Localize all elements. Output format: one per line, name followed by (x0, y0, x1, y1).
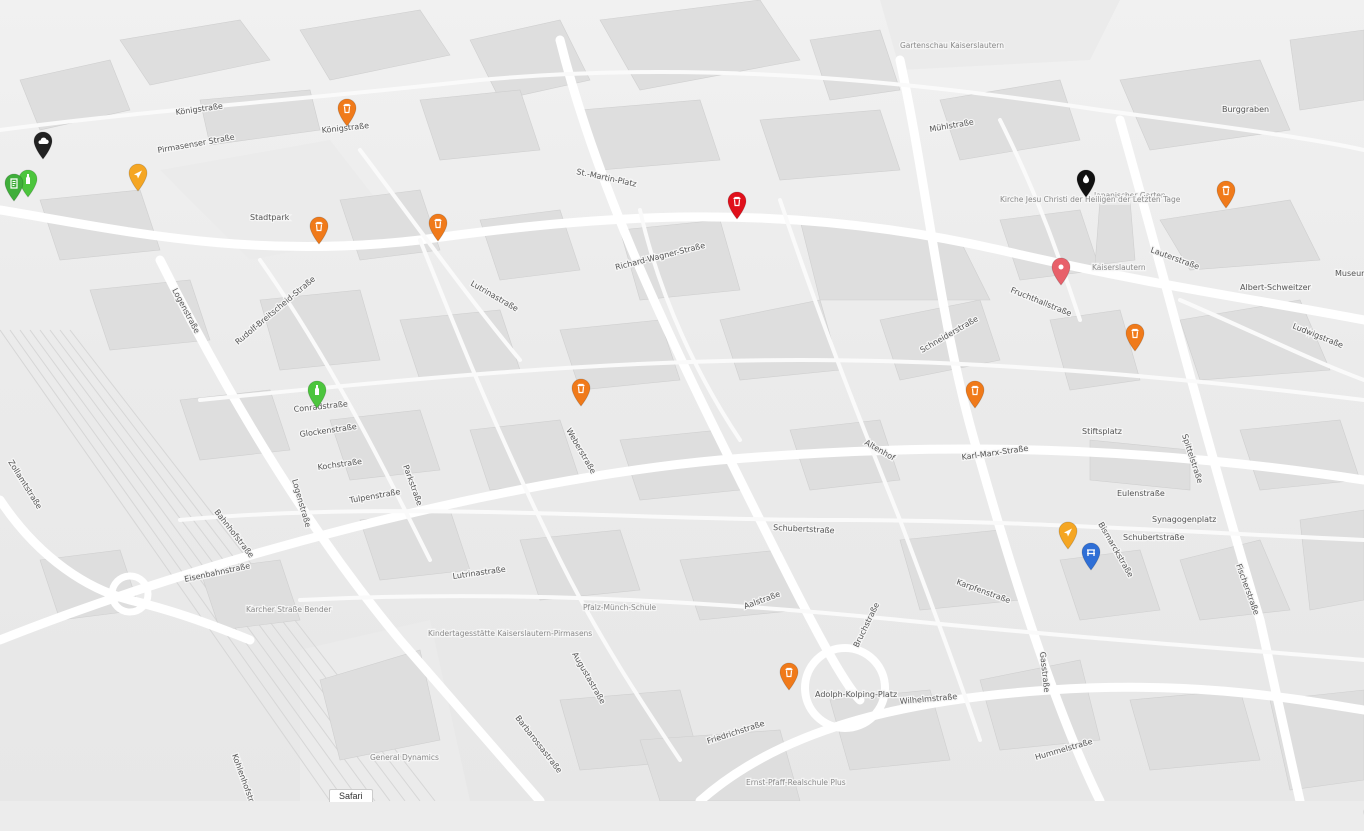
navigation-arrow-icon (128, 163, 148, 192)
waste-bin-icon (428, 213, 448, 242)
street-label: Schubertstraße (773, 523, 835, 535)
waste-bin-icon (727, 191, 747, 220)
street-label: Tulpenstraße (348, 487, 401, 505)
street-label: Barbarossastraße (513, 714, 563, 775)
waste-bin-marker[interactable] (570, 377, 592, 407)
waste-bin-marker[interactable] (1215, 179, 1237, 209)
square-label: Stiftsplatz (1082, 427, 1122, 436)
waste-bin-marker[interactable] (336, 97, 358, 127)
poi-label: Pfalz-Münch-Schule (583, 603, 657, 612)
safari-badge: Safari (329, 789, 373, 802)
navigation-arrow-marker[interactable] (127, 162, 149, 192)
waste-bin-icon (337, 98, 357, 127)
poi-label: General Dynamics (370, 753, 439, 762)
bottle-icon (307, 380, 327, 409)
street-label: Kohlenhofstraße (230, 753, 261, 801)
park-label: Stadtpark (250, 213, 290, 222)
street-label: Eulenstraße (1117, 489, 1165, 498)
waste-bin-icon (965, 380, 985, 409)
location-pin-icon (1051, 257, 1071, 286)
waste-bin-marker[interactable] (778, 661, 800, 691)
waste-bin-marker[interactable] (308, 215, 330, 245)
poi-label: Ernst-Pfaff-Realschule Plus (746, 778, 846, 787)
waste-bin-icon (1125, 323, 1145, 352)
bench-marker[interactable] (1080, 541, 1102, 571)
waste-bin-marker[interactable] (1124, 322, 1146, 352)
street-label: Fruchthallstraße (1009, 286, 1073, 319)
location-pin-marker[interactable] (1050, 256, 1072, 286)
drop-marker[interactable] (1075, 168, 1097, 198)
waste-bin-icon (779, 662, 799, 691)
street-label: Pirmasenser Straße (157, 133, 236, 155)
waste-bin-marker[interactable] (726, 190, 748, 220)
street-label: Museum (1335, 269, 1364, 278)
waste-bin-icon (571, 378, 591, 407)
waste-bin-marker[interactable] (427, 212, 449, 242)
waste-bin-marker[interactable] (964, 379, 986, 409)
document-marker[interactable] (3, 172, 25, 202)
street-label: Burggraben (1222, 105, 1269, 114)
square-label: Adolph-Kolping-Platz (815, 690, 897, 699)
street-label: Schubertstraße (1123, 533, 1185, 542)
street-label: Logenstraße (290, 478, 312, 528)
bench-icon (1081, 542, 1101, 571)
navigation-arrow-marker[interactable] (1057, 520, 1079, 550)
waste-bin-icon (309, 216, 329, 245)
bottle-marker[interactable] (306, 379, 328, 409)
poi-label: Gartenschau Kaiserslautern (900, 41, 1004, 50)
square-label: Synagogenplatz (1152, 515, 1216, 524)
waste-bin-icon (1216, 180, 1236, 209)
map-canvas[interactable]: Königstraße Königstraße Pirmasenser Stra… (0, 0, 1364, 818)
street-label: Zollamtstraße (6, 458, 43, 510)
cloud-icon (33, 131, 53, 160)
poi-label: Karcher Straße Bender (246, 605, 332, 614)
poi-label: Kaiserslautern (1092, 263, 1146, 272)
street-label: Bruchstraße (852, 601, 882, 649)
drop-icon (1076, 169, 1096, 198)
document-icon (4, 173, 24, 202)
map-base-layer: Königstraße Königstraße Pirmasenser Stra… (0, 0, 1364, 818)
navigation-arrow-icon (1058, 521, 1078, 550)
street-label: Albert-Schweitzer (1240, 283, 1312, 292)
cloud-marker[interactable] (32, 130, 54, 160)
poi-label: Kindertagesstätte Kaiserslautern-Pirmase… (428, 629, 592, 638)
